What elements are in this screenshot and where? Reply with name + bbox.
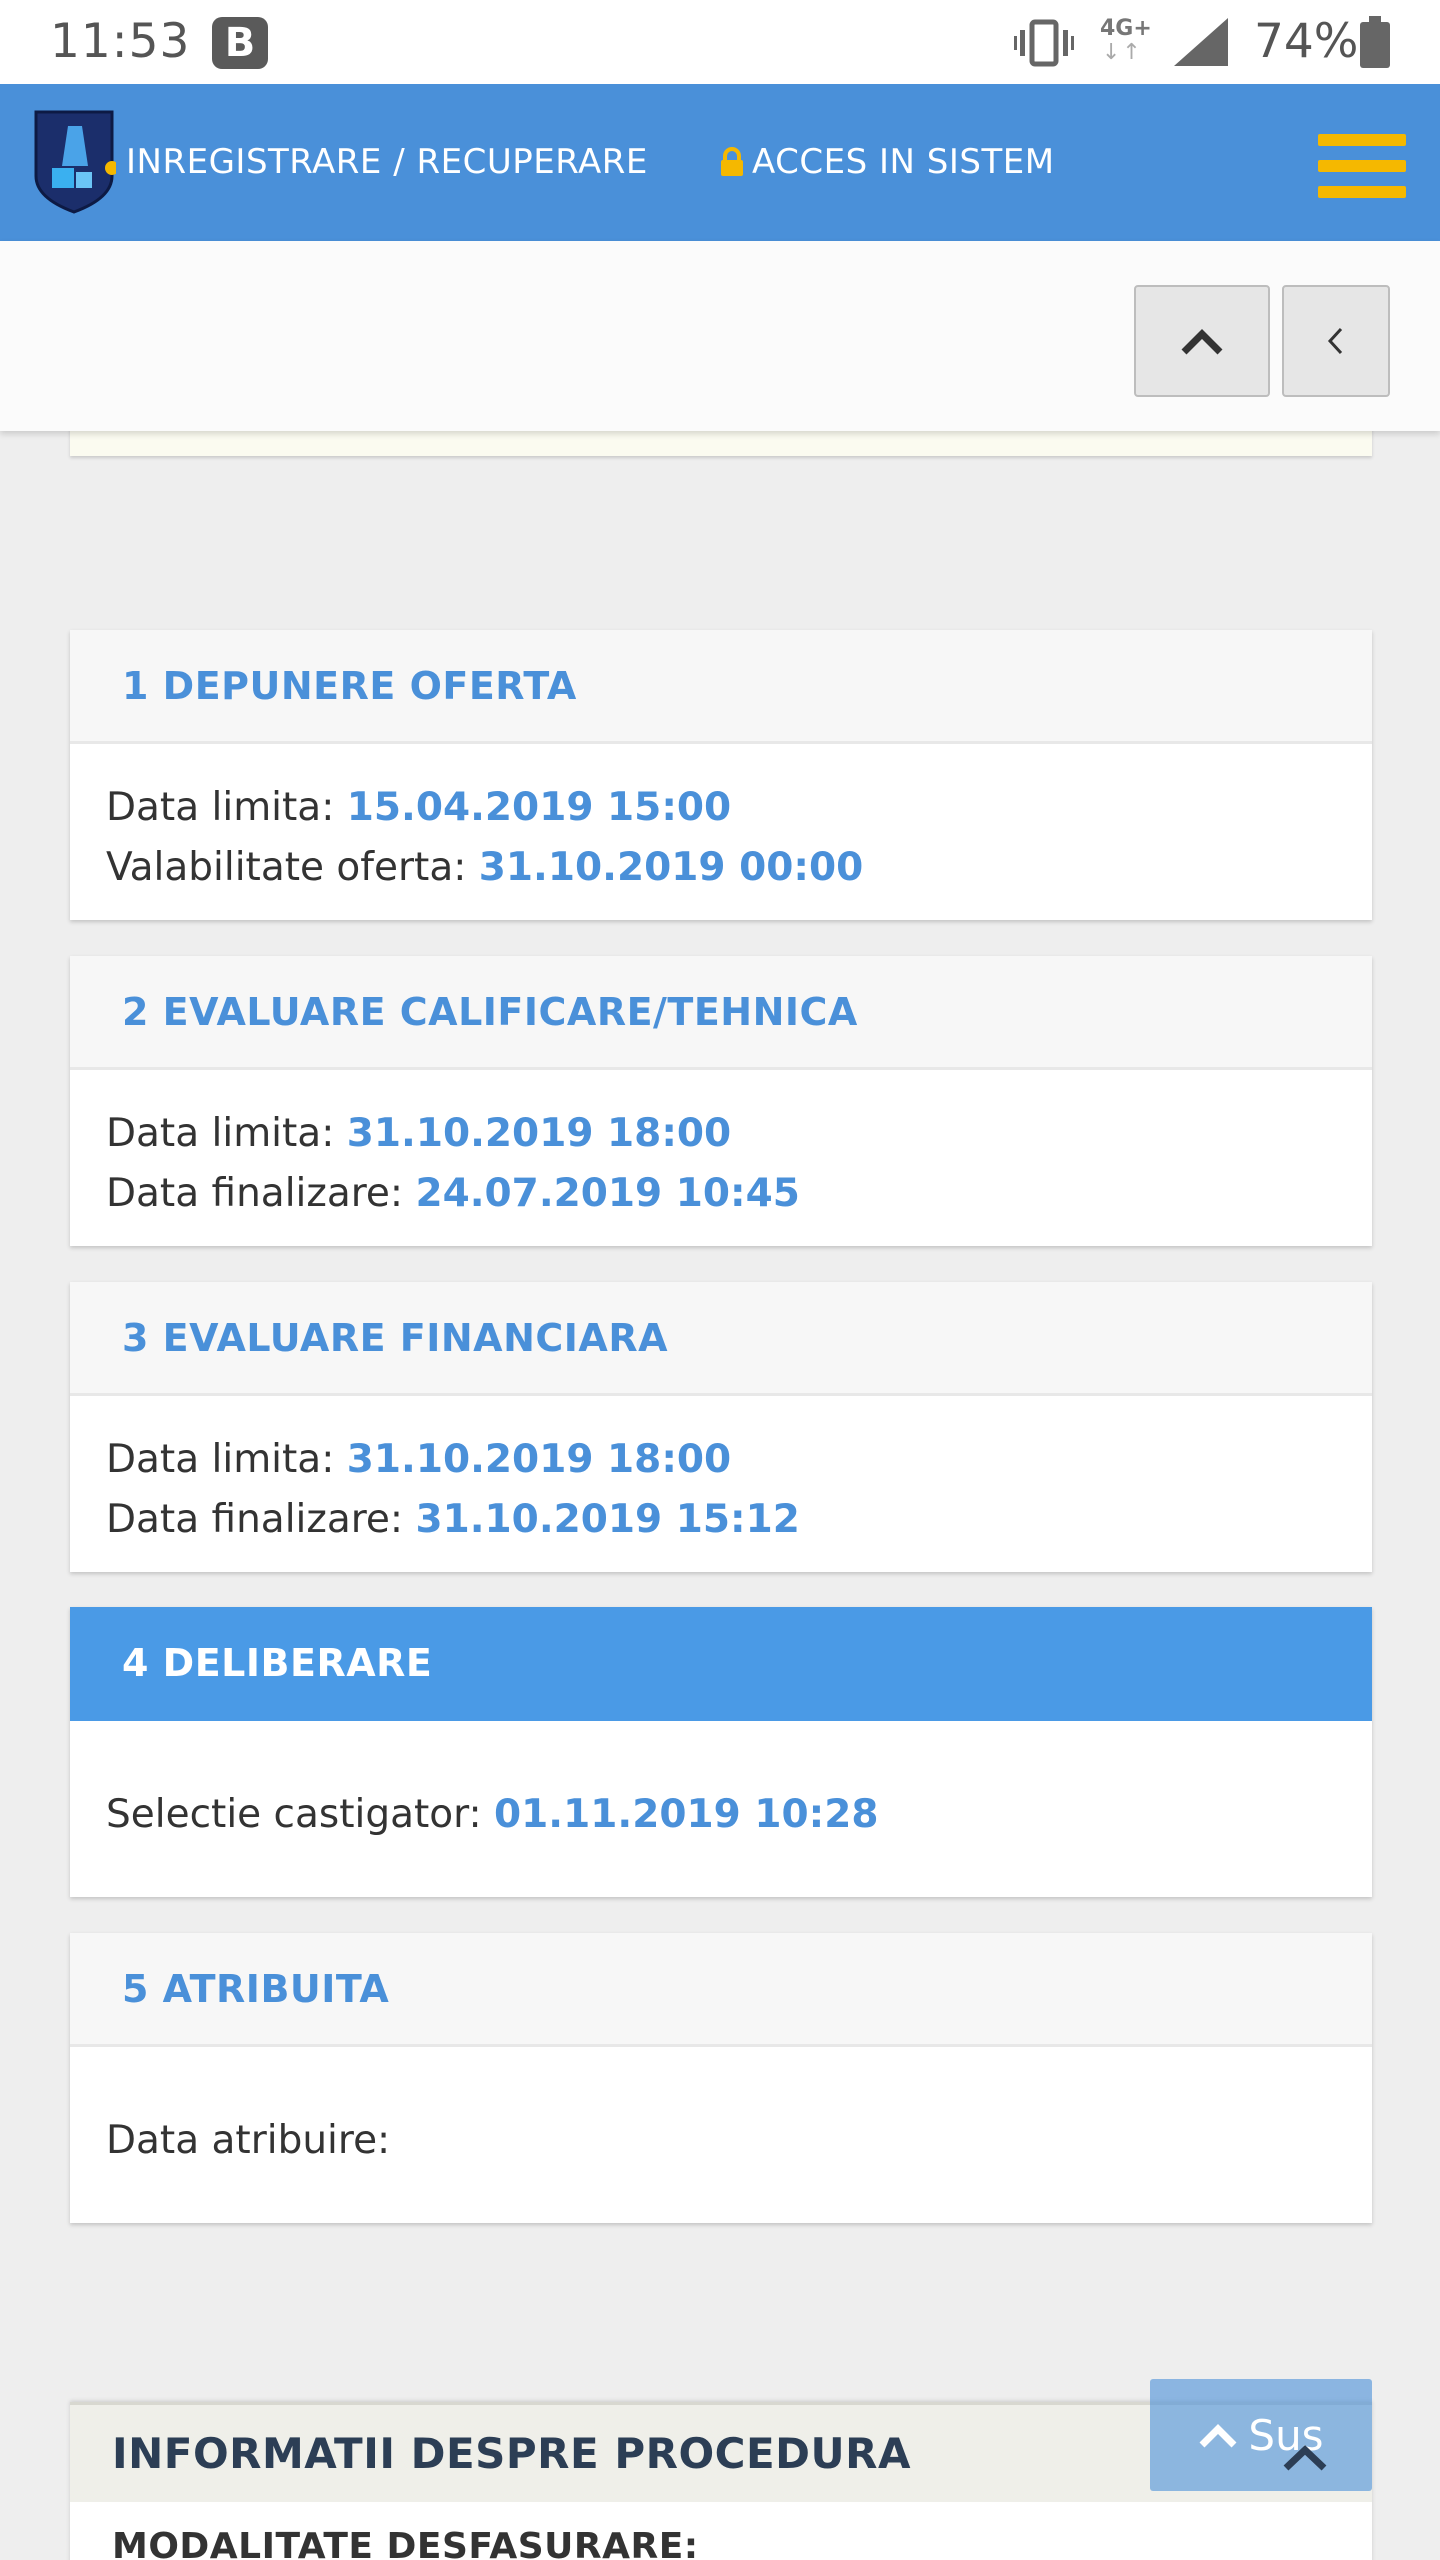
stage-card-1: 1 DEPUNERE OFERTA Data limita: 15.04.201… [70, 630, 1372, 920]
status-time: 11:53 [50, 14, 191, 69]
page-toolbar [0, 241, 1440, 431]
stage-title[interactable]: 1 DEPUNERE OFERTA [70, 630, 1372, 744]
detail-label: Data finalizare: [106, 1171, 416, 1216]
app-notification-icon: B [212, 17, 268, 69]
battery-icon [1360, 16, 1390, 68]
stage-details: Data limita: 31.10.2019 18:00 Data final… [70, 1070, 1372, 1224]
detail-row: Data atribuire: [106, 2111, 1372, 2171]
back-button[interactable] [1282, 285, 1390, 397]
detail-value: 31.10.2019 00:00 [478, 845, 864, 890]
system-access-link[interactable]: ACCES IN SISTEM [720, 142, 1055, 182]
chevron-left-icon [1327, 327, 1343, 355]
data-activity-icon: ↓↑ [1102, 40, 1143, 65]
signal-icon [1174, 18, 1228, 66]
detail-label: Valabilitate oferta: [106, 845, 479, 890]
stage-details: Data limita: 31.10.2019 18:00 Data final… [70, 1396, 1372, 1550]
detail-label: Data finalizare: [106, 1497, 416, 1542]
lock-icon [721, 147, 743, 176]
stage-card-3: 3 EVALUARE FINANCIARA Data limita: 31.10… [70, 1282, 1372, 1572]
detail-value: 24.07.2019 10:45 [415, 1171, 800, 1216]
detail-value: 31.10.2019 18:00 [346, 1111, 732, 1156]
stage-title-active[interactable]: 4 DELIBERARE [70, 1607, 1372, 1721]
detail-row: Data limita: 31.10.2019 18:00 [106, 1104, 1372, 1164]
detail-row: Data limita: 31.10.2019 18:00 [106, 1430, 1372, 1490]
detail-label: Data limita: [106, 1437, 347, 1482]
detail-value: 31.10.2019 18:00 [346, 1437, 732, 1482]
stage-title[interactable]: 3 EVALUARE FINANCIARA [70, 1282, 1372, 1396]
detail-row: Data finalizare: 24.07.2019 10:45 [106, 1164, 1372, 1224]
network-type: 4G+ [1100, 16, 1152, 41]
stage-details: Selectie castigator: 01.11.2019 10:28 [70, 1721, 1372, 1845]
scroll-to-top-button[interactable]: Sus [1150, 2379, 1372, 2491]
procedure-mode-label: MODALITATE DESFASURARE: [112, 2526, 699, 2560]
vibrate-icon [1014, 19, 1074, 67]
detail-row: Valabilitate oferta: 31.10.2019 00:00 [106, 838, 1372, 898]
detail-label: Selectie castigator: [106, 1792, 495, 1837]
battery-percent: 74% [1254, 14, 1359, 69]
chevron-up-icon[interactable] [1282, 2442, 1328, 2472]
logo-icon[interactable] [32, 106, 116, 214]
detail-row: Data limita: 15.04.2019 15:00 [106, 778, 1372, 838]
status-bar: 11:53 B 4G+ ↓↑ 74% [0, 0, 1440, 84]
detail-row: Data finalizare: 31.10.2019 15:12 [106, 1490, 1372, 1550]
detail-value: 15.04.2019 15:00 [346, 785, 732, 830]
detail-row: Selectie castigator: 01.11.2019 10:28 [106, 1785, 1372, 1845]
detail-label: Data limita: [106, 1111, 347, 1156]
detail-value: 31.10.2019 15:12 [415, 1497, 800, 1542]
stage-details: Data atribuire: [70, 2047, 1372, 2171]
stage-card-4: 4 DELIBERARE Selectie castigator: 01.11.… [70, 1607, 1372, 1897]
detail-value: 01.11.2019 10:28 [494, 1792, 879, 1837]
scroll-up-button[interactable] [1134, 285, 1270, 397]
register-recover-link[interactable]: INREGISTRARE / RECUPERARE [126, 142, 648, 182]
chevron-up-icon [1199, 2424, 1237, 2448]
chevron-up-icon [1181, 329, 1223, 355]
stage-card-5: 5 ATRIBUITA Data atribuire: [70, 1933, 1372, 2223]
detail-label: Data limita: [106, 785, 347, 830]
menu-hamburger-icon[interactable] [1318, 134, 1406, 198]
top-navigation: INREGISTRARE / RECUPERARE ACCES IN SISTE… [0, 84, 1440, 241]
stage-details: Data limita: 15.04.2019 15:00 Valabilita… [70, 744, 1372, 898]
stage-card-2: 2 EVALUARE CALIFICARE/TEHNICA Data limit… [70, 956, 1372, 1246]
system-access-label: ACCES IN SISTEM [752, 142, 1055, 182]
detail-label: Data atribuire: [106, 2118, 391, 2163]
stage-title[interactable]: 5 ATRIBUITA [70, 1933, 1372, 2047]
stage-title[interactable]: 2 EVALUARE CALIFICARE/TEHNICA [70, 956, 1372, 1070]
